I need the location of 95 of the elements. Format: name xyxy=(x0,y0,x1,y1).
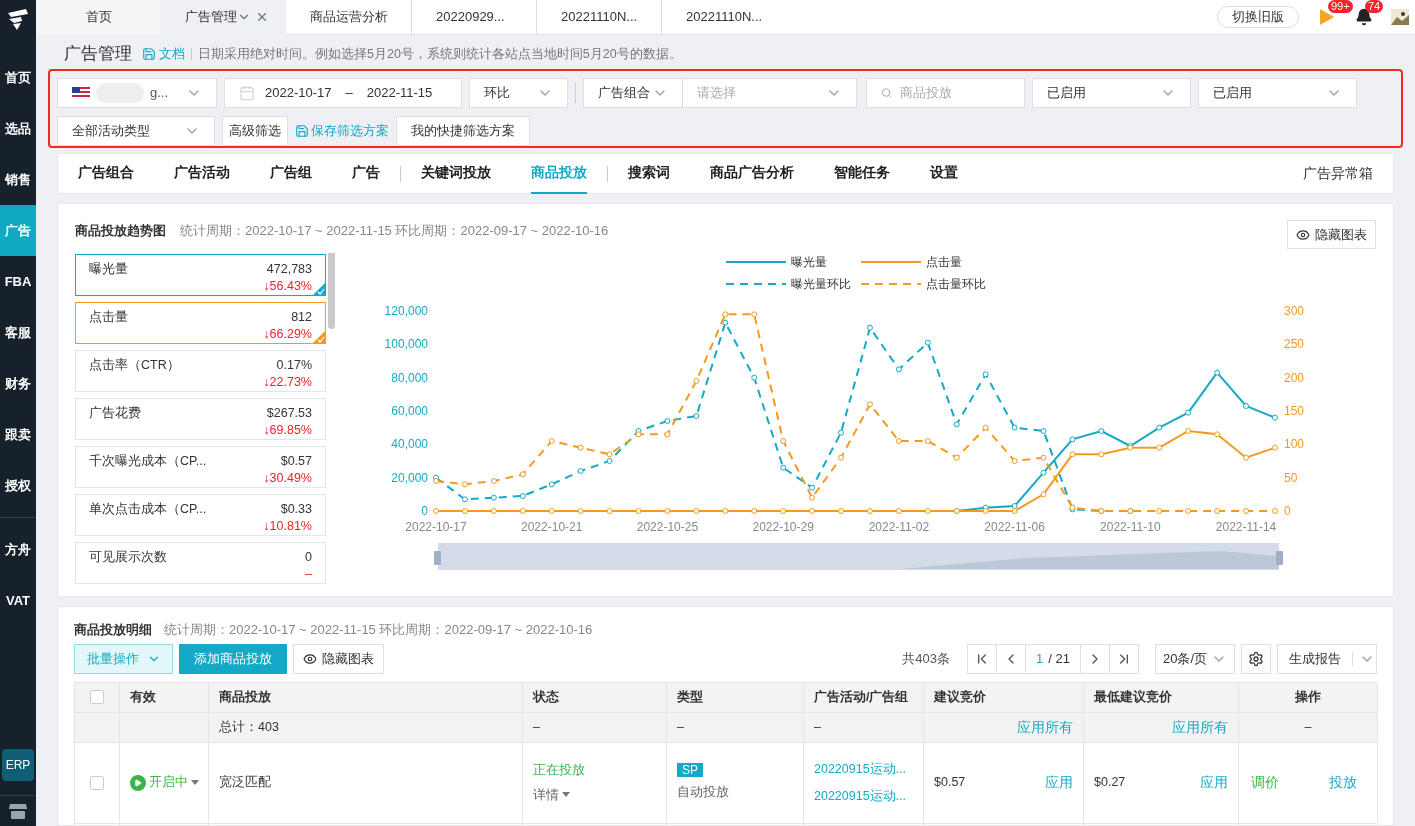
metric-change: ↓10.81% xyxy=(263,518,312,533)
period-text: 统计周期：2022-10-17 ~ 2022-11-15 环比周期：2022-09-17 ~ 2022-10-16 xyxy=(180,222,609,240)
axis-label: 100,000 xyxy=(384,337,428,352)
legend-label: 曝光量环比 xyxy=(791,277,851,291)
metric-change: ↓56.43% xyxy=(263,278,312,293)
table-cell: 宽泛匹配 xyxy=(209,742,523,823)
table-cell: – xyxy=(523,712,667,742)
axis-label: 2022-11-14 xyxy=(1215,520,1277,534)
table-cell: – xyxy=(1239,712,1378,742)
axis-label: 0 xyxy=(1284,504,1291,518)
section-title: 商品投放趋势图 xyxy=(75,222,166,240)
date-value: 2022-10-17 xyxy=(265,84,332,103)
column-header: 最低建议竞价 xyxy=(1084,682,1239,712)
current-page: 1 xyxy=(1036,649,1044,668)
bid-value: $0.27 xyxy=(1094,774,1126,792)
axis-label: 2022-11-06 xyxy=(984,520,1045,534)
table-cell: 总计：403 xyxy=(209,712,523,742)
metric-value: $267.53 xyxy=(266,405,312,422)
tab-label: 20220929... xyxy=(436,8,505,27)
metric-name: 千次曝光成本（CP... xyxy=(89,453,207,470)
column-header: 操作 xyxy=(1239,682,1378,712)
delivery-status: 正在投放 xyxy=(533,761,585,779)
tab-label: 首页 xyxy=(85,8,112,27)
tab-label: 商品运营分析 xyxy=(310,8,388,27)
targeting-type: 自动投放 xyxy=(677,784,729,802)
metric-change: ↓30.49% xyxy=(263,470,312,485)
page-total: / 21 xyxy=(1048,649,1070,668)
date-value: 2022-11-15 xyxy=(366,84,433,103)
metric-value: 0.17% xyxy=(276,357,312,374)
period-text: 统计周期：2022-10-17 ~ 2022-11-15 环比周期：2022-09-17 ~ 2022-10-16 xyxy=(164,621,593,639)
select-value: 全部活动类型 xyxy=(72,122,150,141)
report-label: 生成报告 xyxy=(1278,651,1353,666)
date-separator: – xyxy=(345,84,353,103)
total-count: 共403条 xyxy=(902,649,950,668)
placeholder-text: 请选择 xyxy=(697,84,736,103)
tab-label: 20221110N... xyxy=(686,8,763,27)
type-badge: SP xyxy=(677,763,703,778)
notification-badge: 74 xyxy=(1365,0,1384,13)
legend-label: 曝光量 xyxy=(791,255,827,269)
axis-label: 300 xyxy=(1284,304,1305,318)
notification-badge: 99+ xyxy=(1328,0,1353,13)
column-header: 商品投放 xyxy=(209,682,523,712)
metric-value: $0.57 xyxy=(280,453,312,470)
select-value: 环比 xyxy=(484,84,510,103)
column-header: 有效 xyxy=(120,682,209,712)
section-title: 商品投放明细 xyxy=(74,621,152,639)
axis-label: 120,000 xyxy=(384,304,428,318)
axis-label: 150 xyxy=(1284,404,1305,418)
axis-label: 50 xyxy=(1284,470,1298,485)
tab-label: 20221110N... xyxy=(561,8,638,27)
metric-name: 点击量 xyxy=(89,309,128,326)
metric-value: 812 xyxy=(291,309,312,326)
select-value: 20条/页 xyxy=(1163,649,1208,668)
axis-label: 2022-10-29 xyxy=(752,520,814,534)
table-cell: – xyxy=(804,712,924,742)
select-value: 已启用 xyxy=(1047,84,1086,103)
tab-label: 广告管理 xyxy=(185,8,237,27)
select-value: g... xyxy=(150,84,169,103)
legend-label: 点击量环比 xyxy=(926,277,986,291)
metric-value: 0 xyxy=(305,549,312,566)
metric-change: ↓66.29% xyxy=(263,326,312,341)
page-title: 广告管理 xyxy=(64,43,132,66)
metric-value: $0.33 xyxy=(280,501,312,518)
legend-label: 点击量 xyxy=(926,255,962,269)
metric-name: 曝光量 xyxy=(89,261,128,278)
axis-label: 2022-10-17 xyxy=(405,520,467,534)
bid-value: $0.57 xyxy=(934,774,966,792)
select-value: 已启用 xyxy=(1213,84,1252,103)
axis-label: 2022-11-02 xyxy=(868,520,930,534)
metric-name: 点击率（CTR） xyxy=(89,357,180,374)
axis-label: 0 xyxy=(421,504,428,518)
column-header: 广告活动/广告组 xyxy=(804,682,924,712)
table-cell: – xyxy=(667,712,804,742)
metric-change: – xyxy=(305,566,312,581)
axis-label: 2022-10-21 xyxy=(521,520,583,534)
metric-value: 472,783 xyxy=(266,261,312,278)
metric-change: ↓69.85% xyxy=(263,422,312,437)
select-value: 广告组合 xyxy=(598,84,650,103)
axis-label: 2022-11-10 xyxy=(1100,520,1161,534)
axis-label: 250 xyxy=(1284,337,1305,352)
axis-label: 2022-10-25 xyxy=(636,520,699,534)
metric-name: 广告花费 xyxy=(89,405,141,422)
axis-label: 80,000 xyxy=(391,370,428,385)
column-header: 类型 xyxy=(667,682,804,712)
axis-label: 20,000 xyxy=(391,470,428,485)
column-header: 状态 xyxy=(523,682,667,712)
axis-label: 200 xyxy=(1284,370,1305,385)
metric-name: 单次点击成本（CP... xyxy=(89,501,207,518)
axis-label: 100 xyxy=(1284,437,1305,452)
metric-name: 可见展示次数 xyxy=(89,549,167,566)
axis-label: 60,000 xyxy=(391,404,428,418)
metric-change: ↓22.73% xyxy=(263,374,312,389)
axis-label: 40,000 xyxy=(391,437,428,452)
notice-text: 日期采用绝对时间。例如选择5月20号，系统则统计各站点当地时间5月20号的数据。 xyxy=(198,45,682,63)
column-header: 建议竞价 xyxy=(924,682,1084,712)
